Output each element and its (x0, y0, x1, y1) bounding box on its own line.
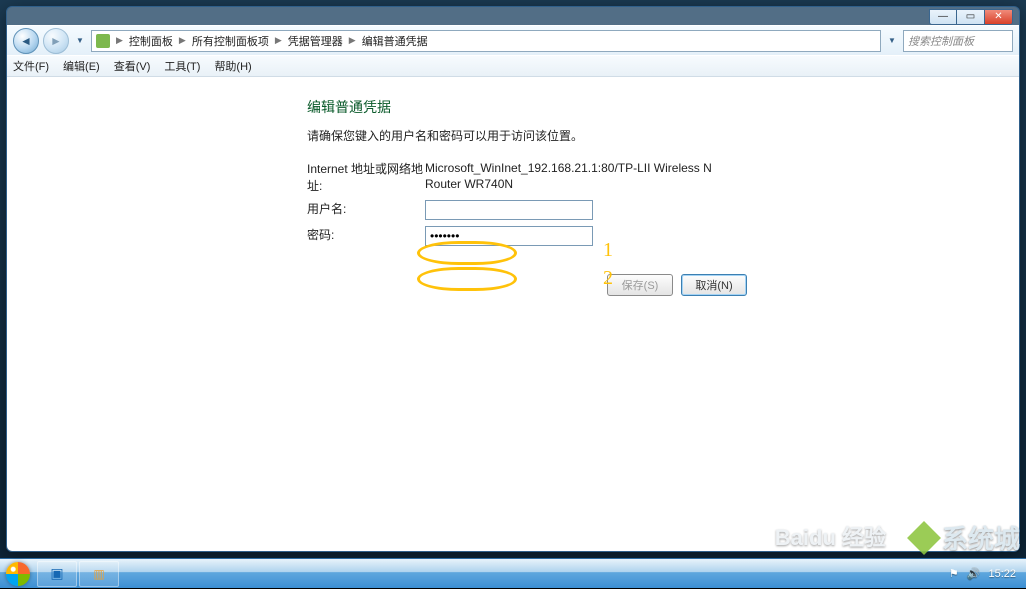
watermark-baidu: Baidu 经验 (775, 520, 886, 552)
breadcrumb[interactable]: 控制面板 (129, 33, 173, 49)
minimize-button[interactable]: — (929, 9, 957, 25)
search-input[interactable]: 搜索控制面板 (903, 30, 1013, 52)
menu-help[interactable]: 帮助(H) (214, 58, 251, 74)
tray-volume-icon[interactable]: 🔊 (967, 567, 981, 580)
chevron-right-icon: ▶ (177, 35, 188, 46)
watermark-site-text: 系统城 (942, 519, 1020, 556)
address-value: Microsoft_WinInet_192.168.21.1:80/TP-LII… (425, 160, 715, 192)
windows-orb-icon (6, 562, 30, 586)
breadcrumb[interactable]: 凭据管理器 (288, 33, 343, 49)
explorer-icon: ▥ (93, 567, 104, 581)
close-button[interactable]: ✕ (985, 9, 1013, 25)
control-panel-window: — ▭ ✕ ◄ ► ▼ ▶ 控制面板 ▶ 所有控制面板项 ▶ 凭据管理器 ▶ 编… (6, 6, 1020, 552)
chevron-right-icon: ▶ (347, 35, 358, 46)
chevron-right-icon: ▶ (114, 35, 125, 46)
page-hint: 请确保您键入的用户名和密码可以用于访问该位置。 (307, 127, 989, 144)
username-label: 用户名: (307, 200, 425, 217)
chevron-right-icon: ▶ (273, 35, 284, 46)
row-username: 用户名: (307, 200, 989, 220)
navigation-bar: ◄ ► ▼ ▶ 控制面板 ▶ 所有控制面板项 ▶ 凭据管理器 ▶ 编辑普通凭据 … (7, 25, 1019, 55)
username-input[interactable] (425, 200, 593, 220)
button-row: 保存(S) 取消(N) (307, 274, 747, 296)
control-panel-icon (96, 34, 110, 48)
start-button[interactable] (0, 559, 36, 589)
page-title: 编辑普通凭据 (307, 97, 989, 117)
row-password: 密码: (307, 226, 989, 246)
maximize-button[interactable]: ▭ (957, 9, 985, 25)
content-area: 编辑普通凭据 请确保您键入的用户名和密码可以用于访问该位置。 Internet … (7, 77, 1019, 551)
nav-back-button[interactable]: ◄ (13, 28, 39, 54)
address-bar[interactable]: ▶ 控制面板 ▶ 所有控制面板项 ▶ 凭据管理器 ▶ 编辑普通凭据 (91, 30, 881, 52)
menu-view[interactable]: 查看(V) (114, 58, 151, 74)
address-label: Internet 地址或网络地址: (307, 160, 425, 194)
menu-file[interactable]: 文件(F) (13, 58, 49, 74)
menu-edit[interactable]: 编辑(E) (63, 58, 100, 74)
breadcrumb[interactable]: 编辑普通凭据 (362, 33, 428, 49)
tray-clock[interactable]: 15:22 (988, 568, 1016, 580)
taskbar-app-2[interactable]: ▥ (79, 561, 119, 587)
address-dropdown[interactable]: ▼ (885, 31, 899, 51)
taskbar[interactable]: ▣ ▥ ⚑ 🔊 15:22 (0, 558, 1026, 588)
watermark-site: 系统城 (912, 519, 1020, 556)
diamond-icon (907, 521, 941, 555)
system-tray[interactable]: ⚑ 🔊 15:22 (939, 567, 1026, 580)
search-placeholder: 搜索控制面板 (908, 33, 974, 49)
tray-flag-icon[interactable]: ⚑ (949, 567, 959, 580)
taskbar-app-1[interactable]: ▣ (37, 561, 77, 587)
menu-bar: 文件(F) 编辑(E) 查看(V) 工具(T) 帮助(H) (7, 55, 1019, 77)
window-controls: — ▭ ✕ (929, 9, 1013, 25)
browser-icon: ▣ (50, 565, 63, 582)
nav-history-dropdown[interactable]: ▼ (73, 31, 87, 51)
breadcrumb[interactable]: 所有控制面板项 (192, 33, 269, 49)
password-label: 密码: (307, 226, 425, 243)
nav-forward-button[interactable]: ► (43, 28, 69, 54)
cancel-button[interactable]: 取消(N) (681, 274, 747, 296)
save-button[interactable]: 保存(S) (607, 274, 673, 296)
menu-tools[interactable]: 工具(T) (164, 58, 200, 74)
window-titlebar: — ▭ ✕ (7, 7, 1019, 25)
password-input[interactable] (425, 226, 593, 246)
row-address: Internet 地址或网络地址: Microsoft_WinInet_192.… (307, 160, 989, 194)
